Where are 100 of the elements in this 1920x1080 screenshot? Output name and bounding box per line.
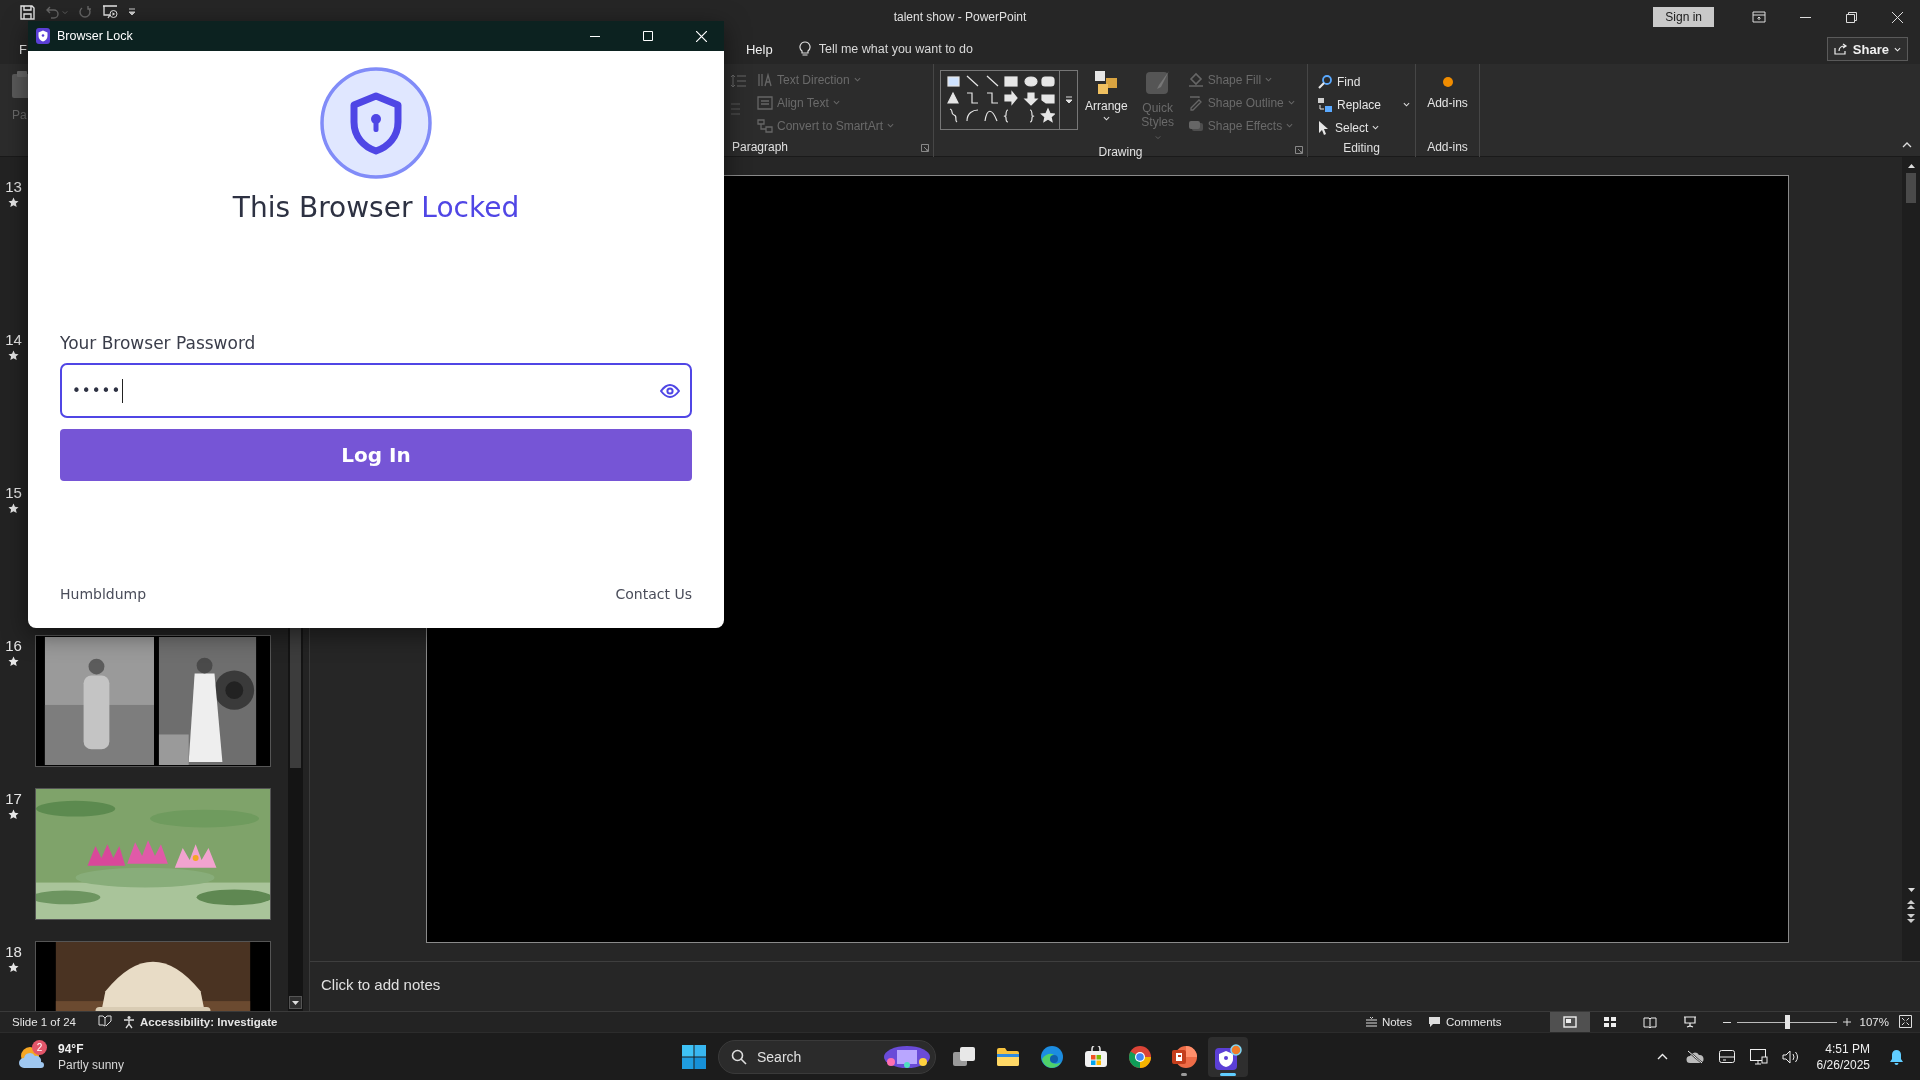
redo-button[interactable] <box>78 5 92 19</box>
tell-me-field[interactable]: Tell me what you want to do <box>798 41 973 57</box>
comment-icon <box>1427 1016 1441 1028</box>
align-text-icon <box>757 94 773 111</box>
share-icon <box>1833 43 1848 55</box>
minimize-icon <box>1799 16 1811 18</box>
save-button[interactable] <box>20 4 35 20</box>
group-label: Editing <box>1343 141 1380 155</box>
paste-icon <box>10 70 28 98</box>
shield-app-icon <box>1214 1043 1242 1070</box>
dialog-launcher-icon[interactable] <box>921 144 929 152</box>
bell-icon <box>1888 1048 1904 1065</box>
ribbon-tab[interactable]: Help <box>745 37 773 61</box>
slideshow-icon <box>102 5 118 19</box>
caret-icon <box>62 9 68 15</box>
slide-sorter-icon <box>1602 1016 1617 1028</box>
pencil-icon <box>1187 94 1204 111</box>
caret-icon <box>1154 135 1161 140</box>
ribbon-display-icon <box>1752 11 1766 23</box>
line-spacing-icon <box>730 74 746 88</box>
search-field[interactable]: Search <box>718 1039 936 1074</box>
maximize-icon <box>643 31 653 41</box>
search-highlight-icon <box>883 1044 931 1069</box>
caret-up-icon <box>1657 1053 1669 1060</box>
contact-us-link[interactable]: Contact Us <box>615 586 692 602</box>
cloud-off-icon <box>1685 1049 1704 1064</box>
arrange-icon <box>1094 70 1119 96</box>
zoom-percentage[interactable]: 107% <box>1853 1016 1899 1028</box>
comments-button[interactable]: Comments <box>1419 1012 1510 1032</box>
presentation-app-icon <box>1171 1044 1197 1069</box>
undo-icon <box>45 5 60 19</box>
redo-icon <box>78 5 92 19</box>
restore-icon <box>1845 11 1857 23</box>
group-label: Drawing <box>1098 145 1143 159</box>
task-view-icon <box>952 1045 976 1068</box>
notes-check-button[interactable] <box>97 1015 112 1029</box>
reading-view-icon <box>1642 1016 1657 1028</box>
fit-to-window-icon <box>1899 1014 1912 1028</box>
caret-down-icon <box>1907 888 1915 892</box>
notes-button[interactable]: Notes <box>1357 1012 1420 1032</box>
dialog-launcher-icon[interactable] <box>1295 146 1303 154</box>
caret-icon <box>832 100 840 105</box>
slide-number: 18 <box>5 943 22 960</box>
select-button[interactable]: Select <box>1314 116 1414 139</box>
slide-number: 15 <box>5 484 22 501</box>
show-password-button[interactable] <box>660 383 680 398</box>
add-ins-button[interactable]: Add-ins <box>1422 68 1473 112</box>
speaker-icon <box>1781 1049 1800 1064</box>
replace-button[interactable]: Replace <box>1314 93 1414 116</box>
text-direction-icon <box>757 71 773 88</box>
group-label: Paragraph <box>732 140 789 154</box>
double-caret-down-icon <box>1907 913 1915 923</box>
accessibility-button[interactable]: Accessibility: Investigate <box>121 1015 278 1029</box>
scrollbar-thumb[interactable] <box>1906 173 1916 203</box>
paste-label: Pa <box>11 108 28 122</box>
slider-thumb[interactable] <box>1784 1015 1790 1029</box>
slide-counter: Slide 1 of 24 <box>12 1016 76 1028</box>
start-slideshow-button[interactable] <box>102 5 118 19</box>
taskbar-app-button[interactable] <box>1208 1036 1248 1077</box>
smartart-icon <box>757 117 773 134</box>
sign-in-button[interactable]: Sign in <box>1653 7 1714 27</box>
window-title: talent show - PowerPoint <box>893 10 1027 24</box>
close-icon <box>1891 11 1903 23</box>
tell-me-placeholder: Tell me what you want to do <box>818 42 973 56</box>
plus-icon <box>1842 1018 1851 1026</box>
caret-icon <box>1372 125 1380 130</box>
undo-button[interactable] <box>45 5 68 19</box>
weather-condition: Partly sunny <box>58 1056 125 1073</box>
clock[interactable]: 4:51 PM 6/26/2025 <box>1808 1040 1878 1073</box>
scroll-down-button[interactable] <box>289 996 302 1009</box>
temperature: 94°F <box>58 1040 85 1057</box>
save-icon <box>20 4 35 20</box>
eye-icon <box>660 383 680 398</box>
date: 6/26/2025 <box>1816 1056 1870 1073</box>
weather-widget[interactable]: 2 94°F Partly sunny <box>0 1040 300 1073</box>
ribbon-tab[interactable]: F <box>19 37 27 61</box>
find-button[interactable]: Find <box>1314 70 1414 93</box>
dialog-title: Browser Lock <box>57 29 133 43</box>
log-in-button[interactable]: Log In <box>60 429 692 481</box>
share-button[interactable]: Share <box>1826 37 1908 61</box>
search-icon <box>731 1048 747 1065</box>
lightbulb-icon <box>798 41 811 57</box>
minus-icon <box>1722 1021 1731 1023</box>
notes-icon <box>1365 1016 1377 1028</box>
fit-slide-button[interactable] <box>1899 1014 1912 1030</box>
password-field[interactable]: ••••• <box>60 363 692 418</box>
caret-up-icon <box>1902 142 1912 148</box>
view-button[interactable] <box>1549 1012 1590 1032</box>
monitor-icon <box>1749 1048 1768 1065</box>
group-label: Add-ins <box>1427 140 1468 154</box>
customize-button[interactable] <box>128 8 136 16</box>
book-edit-icon <box>97 1015 112 1027</box>
field-label: Your Browser Password <box>60 333 257 353</box>
caret-icon <box>1286 123 1294 128</box>
search-icon <box>1317 73 1333 90</box>
drive-icon <box>1718 1050 1735 1063</box>
notes-placeholder[interactable]: Click to add notes <box>321 976 441 993</box>
shopping-bag-icon <box>1084 1045 1108 1068</box>
arrange-button[interactable]: Arrange <box>1082 68 1131 123</box>
paint-bucket-icon <box>1187 71 1204 88</box>
